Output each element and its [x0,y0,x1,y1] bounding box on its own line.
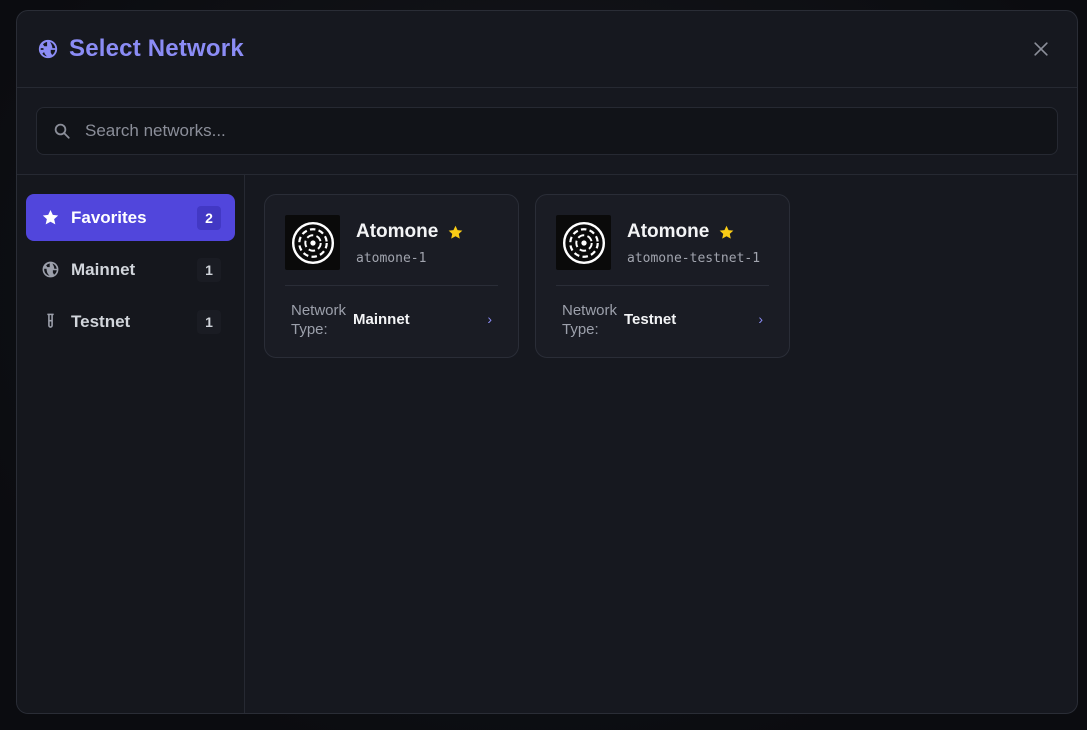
network-type-row: Network Type: Testnet › [556,286,769,339]
count-badge: 2 [197,205,221,230]
sidebar-item-label: Favorites [71,207,147,227]
atomone-logo [556,215,611,270]
network-card[interactable]: Atomone atomone-testnet-1 Network Type: … [535,194,790,358]
network-type-label: Network Type: [291,302,347,338]
network-card-header: Atomone atomone-1 [285,215,498,286]
flask-icon [40,312,60,332]
chain-id: atomone-1 [356,251,427,266]
star-icon [40,208,60,228]
network-card-header: Atomone atomone-testnet-1 [556,215,769,286]
network-type-value: Mainnet [353,310,410,328]
dialog-title: Select Network [69,35,244,62]
search-input[interactable] [85,121,1041,141]
network-type-row: Network Type: Mainnet › [285,286,498,339]
chevron-right-icon: › [758,311,763,327]
network-type-label: Network Type: [562,302,618,338]
network-name: Atomone [356,221,439,242]
network-grid: Atomone atomone-1 Network Type: Mainnet [245,175,1077,713]
dialog-body: Favorites 2 Mainnet 1 Testnet 1 Atomone … [17,175,1077,713]
atomone-logo [285,215,340,270]
network-type-value: Testnet [624,310,677,328]
sidebar-item-mainnet[interactable]: Mainnet 1 [26,246,235,293]
sidebar-item-favorites[interactable]: Favorites 2 [26,194,235,241]
dialog-header: Select Network [17,11,1077,88]
select-network-dialog: Select Network Search networks... Favori… [16,10,1078,714]
count-badge: 1 [197,309,221,334]
globe-icon [40,260,60,280]
close-button[interactable] [1027,35,1055,63]
close-icon [1034,42,1048,56]
chevron-right-icon: › [487,311,492,327]
globe-icon [37,38,59,60]
network-category-sidebar: Favorites 2 Mainnet 1 Testnet 1 [17,175,245,713]
search-icon [53,122,71,140]
count-badge: 1 [197,257,221,282]
network-card[interactable]: Atomone atomone-1 Network Type: Mainnet [264,194,519,358]
search-section [17,88,1077,175]
favorite-star-icon[interactable] [447,224,464,241]
favorite-star-icon[interactable] [718,224,735,241]
sidebar-item-label: Testnet [71,311,131,331]
network-name: Atomone [627,221,710,242]
search-box [36,107,1058,155]
chain-id: atomone-testnet-1 [627,251,761,266]
sidebar-item-testnet[interactable]: Testnet 1 [26,298,235,345]
sidebar-item-label: Mainnet [71,259,136,279]
